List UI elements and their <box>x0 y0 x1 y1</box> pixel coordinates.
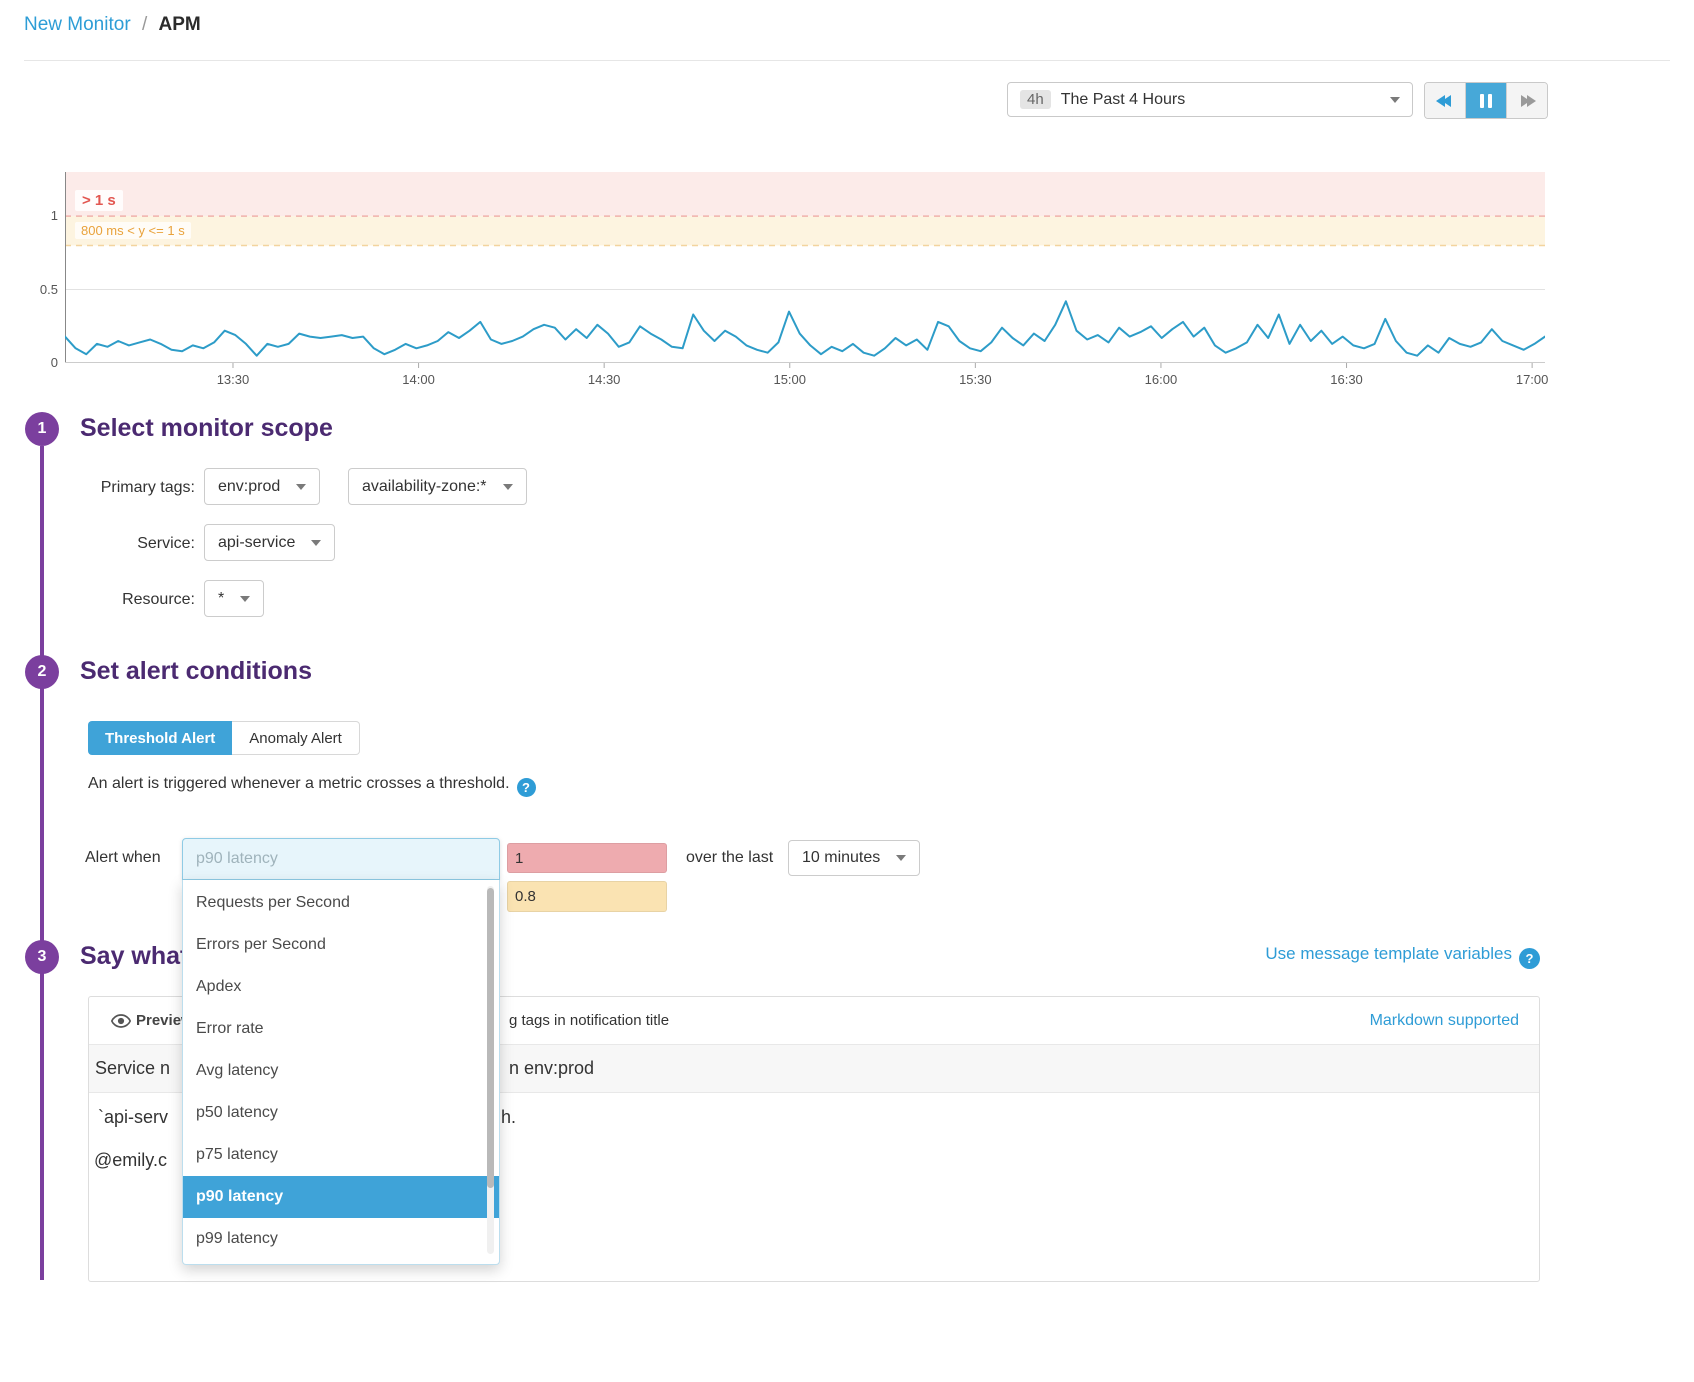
chart-canvas <box>65 172 1545 369</box>
primary-tag-select-env[interactable]: env:prod <box>204 468 320 505</box>
alert-type-tabs: Threshold Alert Anomaly Alert <box>88 721 360 755</box>
warning-threshold-input[interactable] <box>507 881 667 912</box>
markdown-supported-link[interactable]: Markdown supported <box>1370 1012 1539 1030</box>
alert-when-label: Alert when <box>85 849 161 867</box>
metric-dropdown-list: Requests per Second Errors per Second Ap… <box>182 880 500 1265</box>
primary-tags-label: Primary tags: <box>65 479 195 497</box>
resource-value: * <box>218 590 224 608</box>
chevron-down-icon <box>896 855 906 861</box>
primary-tag-az-value: availability-zone:* <box>362 478 487 496</box>
message-template-variables-link[interactable]: Use message template variables? <box>1265 944 1540 969</box>
chevron-down-icon <box>503 484 513 490</box>
dropdown-option-errors-per-second[interactable]: Errors per Second <box>183 924 499 966</box>
playback-controls <box>1424 82 1548 119</box>
forward-icon <box>1527 95 1536 107</box>
breadcrumb: New Monitor / APM <box>24 14 201 36</box>
time-range-label: The Past 4 Hours <box>1061 91 1380 109</box>
x-tick-label: 15:00 <box>773 372 806 387</box>
pause-button[interactable] <box>1465 83 1506 118</box>
preview-toggle[interactable]: Preview <box>111 1012 193 1029</box>
dropdown-option-avg-latency[interactable]: Avg latency <box>183 1050 499 1092</box>
x-tick-label: 16:30 <box>1330 372 1363 387</box>
x-tick-label: 14:00 <box>402 372 435 387</box>
x-tick-label: 13:30 <box>217 372 250 387</box>
time-range-badge: 4h <box>1020 90 1051 109</box>
pause-icon <box>1480 94 1484 108</box>
breadcrumb-current-apm: APM <box>159 14 201 35</box>
time-window-value: 10 minutes <box>802 849 880 867</box>
notification-title-option-fragment: g tags in notification title <box>509 1012 669 1029</box>
x-tick-label: 17:00 <box>1516 372 1549 387</box>
help-icon[interactable]: ? <box>1519 948 1540 969</box>
dropdown-option-requests-per-second[interactable]: Requests per Second <box>183 882 499 924</box>
service-value: api-service <box>218 534 295 552</box>
breadcrumb-link-new-monitor[interactable]: New Monitor <box>24 14 131 35</box>
tab-threshold-alert[interactable]: Threshold Alert <box>88 721 232 755</box>
tab-anomaly-alert[interactable]: Anomaly Alert <box>232 721 360 755</box>
dropdown-option-apdex[interactable]: Apdex <box>183 966 499 1008</box>
resource-select[interactable]: * <box>204 580 264 617</box>
metric-combobox-placeholder: p90 latency <box>196 850 278 868</box>
x-tick-label: 15:30 <box>959 372 992 387</box>
alert-threshold-input[interactable] <box>507 843 667 873</box>
body-line-1-left: `api-serv <box>98 1107 168 1128</box>
service-label: Service: <box>65 535 195 553</box>
latency-timeseries-chart: > 1 s 800 ms < y <= 1 s <box>65 172 1545 369</box>
dropdown-option-p50-latency[interactable]: p50 latency <box>183 1092 499 1134</box>
new-monitor-page: New Monitor / APM 4h The Past 4 Hours > … <box>0 0 1694 1382</box>
step-backward-button[interactable] <box>1425 83 1465 118</box>
dropdown-option-p75-latency[interactable]: p75 latency <box>183 1134 499 1176</box>
dropdown-option-error-rate[interactable]: Error rate <box>183 1008 499 1050</box>
subject-text-right: n env:prod <box>509 1058 594 1079</box>
alert-threshold-zone-label: > 1 s <box>75 190 123 211</box>
chevron-down-icon <box>240 596 250 602</box>
chevron-down-icon <box>311 540 321 546</box>
alert-description-text: An alert is triggered whenever a metric … <box>88 775 510 792</box>
y-tick-label: 1 <box>18 208 58 223</box>
primary-tag-env-value: env:prod <box>218 478 280 496</box>
pause-icon <box>1488 94 1492 108</box>
x-tick-label: 14:30 <box>588 372 621 387</box>
primary-tag-select-az[interactable]: availability-zone:* <box>348 468 527 505</box>
x-tick-label: 16:00 <box>1145 372 1178 387</box>
metric-combobox[interactable]: p90 latency <box>182 838 500 880</box>
dropdown-option-p90-latency[interactable]: p90 latency <box>183 1176 499 1218</box>
step-2-badge: 2 <box>25 655 59 689</box>
subject-text-left: Service n <box>95 1058 170 1079</box>
step-1-title: Select monitor scope <box>80 414 333 443</box>
dropdown-option-p99-latency[interactable]: p99 latency <box>183 1218 499 1260</box>
over-the-last-label: over the last <box>686 849 773 867</box>
time-window-select[interactable]: 10 minutes <box>788 840 920 876</box>
dropdown-scrollbar-thumb[interactable] <box>487 888 494 1188</box>
chevron-down-icon <box>296 484 306 490</box>
eye-icon <box>111 1014 131 1028</box>
help-icon[interactable]: ? <box>517 778 536 797</box>
chevron-down-icon <box>1390 97 1400 103</box>
time-range-select[interactable]: 4h The Past 4 Hours <box>1007 82 1413 117</box>
header-divider <box>24 60 1670 61</box>
body-line-2-left: @emily.c <box>94 1150 167 1171</box>
service-select[interactable]: api-service <box>204 524 335 561</box>
resource-label: Resource: <box>65 591 195 609</box>
alert-description: An alert is triggered whenever a metric … <box>88 775 536 797</box>
step-1-badge: 1 <box>25 412 59 446</box>
step-3-badge: 3 <box>25 940 59 974</box>
y-tick-label: 0 <box>18 355 58 370</box>
step-connector-line <box>40 446 44 1280</box>
step-2-title: Set alert conditions <box>80 657 312 686</box>
step-forward-button[interactable] <box>1506 83 1547 118</box>
y-tick-label: 0.5 <box>18 282 58 297</box>
backward-icon <box>1442 95 1451 107</box>
warning-threshold-zone-label: 800 ms < y <= 1 s <box>75 222 191 239</box>
breadcrumb-separator: / <box>142 14 147 35</box>
template-link-text: Use message template variables <box>1265 944 1512 963</box>
